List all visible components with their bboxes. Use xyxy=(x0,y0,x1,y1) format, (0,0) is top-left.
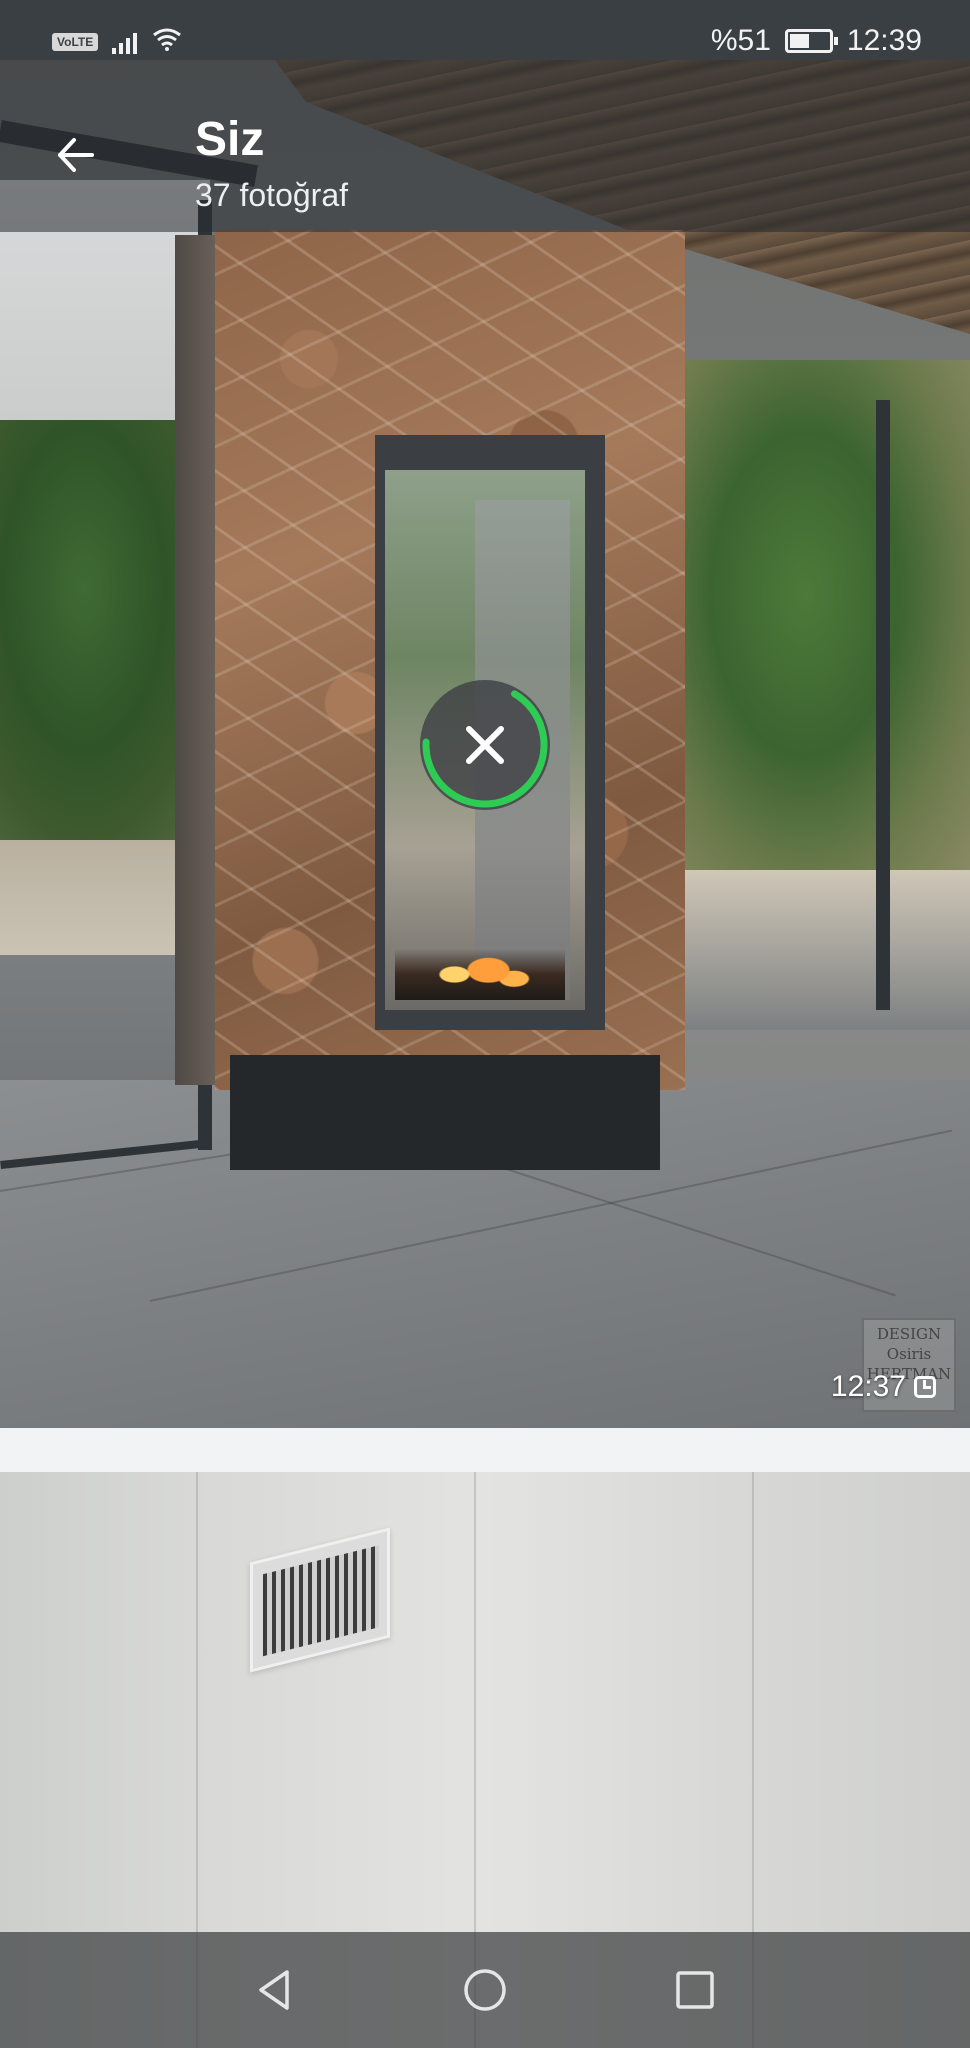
nav-back-button[interactable] xyxy=(245,1960,305,2020)
back-button[interactable] xyxy=(40,120,110,190)
battery-icon xyxy=(784,29,838,53)
photo-count: 37 fotoğraf xyxy=(195,177,348,213)
clock-time: 12:39 xyxy=(846,24,922,57)
nav-recents-button[interactable] xyxy=(665,1960,725,2020)
photo-time-text: 12:37 xyxy=(830,1370,906,1403)
recents-square-icon xyxy=(676,1971,714,2009)
status-bar: VoLTE %51 12:39 xyxy=(0,0,970,60)
arrow-left-icon xyxy=(58,138,94,172)
battery-percent: %51 xyxy=(710,24,771,57)
photo-timestamp: 12:37 xyxy=(831,1370,936,1404)
back-triangle-icon xyxy=(259,1970,289,2010)
signal-icon xyxy=(112,30,138,54)
volte-badge: VoLTE xyxy=(52,32,99,51)
clock-icon xyxy=(914,1376,936,1398)
nav-home-button[interactable] xyxy=(455,1960,515,2020)
system-nav-bar xyxy=(0,1932,970,2048)
cancel-download-button[interactable] xyxy=(420,680,550,810)
home-circle-icon xyxy=(464,1969,506,2011)
fire-flames xyxy=(395,915,565,1000)
chat-media-toolbar: Siz 37 fotoğraf xyxy=(0,60,970,232)
page-title: Siz xyxy=(195,113,265,166)
close-icon xyxy=(455,715,515,775)
wifi-icon xyxy=(151,27,183,56)
